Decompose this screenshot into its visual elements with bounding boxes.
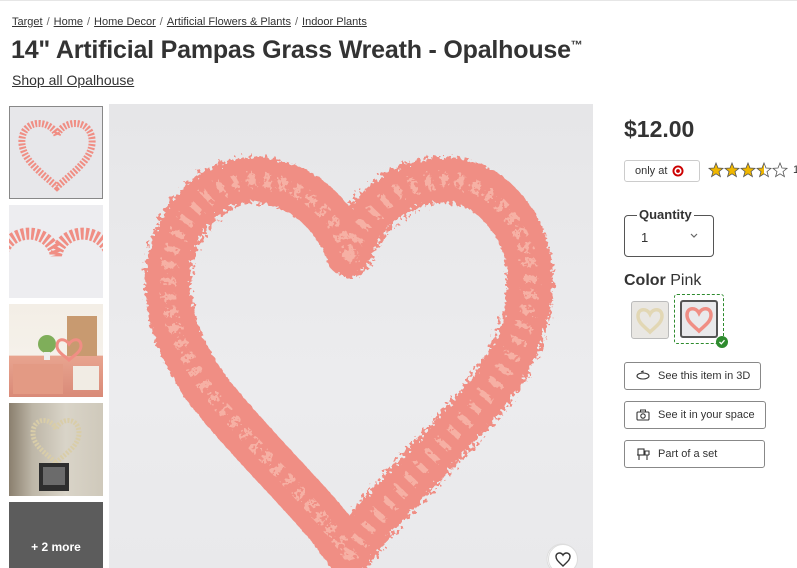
part-of-a-set-label: Part of a set bbox=[658, 448, 718, 460]
breadcrumb-separator: / bbox=[86, 16, 91, 28]
only-at-target-badge: only at bbox=[624, 160, 700, 182]
pink-heart-wreath-image bbox=[18, 120, 96, 192]
breadcrumb-link-target[interactable]: Target bbox=[12, 16, 43, 28]
quantity-select[interactable]: Quantity 1 bbox=[624, 207, 714, 257]
thumbnail-4[interactable] bbox=[9, 403, 103, 496]
breadcrumb-separator: / bbox=[46, 16, 50, 28]
quantity-label: Quantity bbox=[637, 207, 694, 222]
part-of-a-set-button[interactable]: Part of a set bbox=[624, 440, 765, 468]
more-images-label: + 2 more bbox=[31, 540, 81, 554]
favorite-button[interactable] bbox=[548, 544, 578, 568]
only-at-label: only at bbox=[635, 165, 668, 177]
color-selection-label: Color Pink bbox=[624, 272, 701, 290]
breadcrumb-link-home-decor[interactable]: Home Decor bbox=[94, 16, 156, 28]
heart-icon bbox=[555, 551, 571, 567]
trademark-symbol: ™ bbox=[570, 38, 583, 52]
rating-count: 1 bbox=[793, 164, 797, 176]
pink-heart-closeup-image bbox=[9, 227, 103, 258]
rating-stars-icon bbox=[708, 162, 788, 178]
heart-wreath-image bbox=[144, 156, 578, 568]
wall-scene-image bbox=[30, 418, 82, 491]
pink-wreath-swatch-image bbox=[685, 307, 713, 334]
camera-icon bbox=[636, 409, 650, 421]
3d-rotate-icon bbox=[636, 370, 650, 380]
selected-check-icon bbox=[716, 336, 728, 348]
main-product-image[interactable] bbox=[109, 104, 593, 568]
page-title: 14" Artificial Pampas Grass Wreath - Opa… bbox=[11, 36, 583, 65]
cream-wreath-swatch-image bbox=[636, 308, 664, 335]
thumbnail-more[interactable]: + 2 more bbox=[9, 502, 103, 568]
see-in-3d-button[interactable]: See this item in 3D bbox=[624, 362, 761, 390]
shop-all-brand-link[interactable]: Shop all Opalhouse bbox=[12, 72, 134, 88]
star-rating[interactable]: 1 bbox=[708, 162, 797, 178]
thumbnail-1[interactable] bbox=[9, 106, 103, 199]
product-price: $12.00 bbox=[624, 116, 695, 142]
target-logo-icon bbox=[672, 165, 684, 177]
room-scene-image bbox=[13, 316, 99, 394]
thumbnail-2[interactable] bbox=[9, 205, 103, 298]
quantity-value: 1 bbox=[641, 230, 649, 245]
selected-color-name: Pink bbox=[670, 272, 702, 289]
breadcrumb-separator: / bbox=[159, 16, 163, 28]
color-swatch-pink-selected[interactable] bbox=[674, 294, 728, 348]
furniture-set-icon bbox=[637, 447, 650, 460]
product-title: 14" Artificial Pampas Grass Wreath - Opa… bbox=[11, 36, 571, 64]
thumbnail-gallery: + 2 more bbox=[9, 106, 105, 568]
see-in-your-space-label: See it in your space bbox=[658, 409, 755, 421]
see-in-your-space-button[interactable]: See it in your space bbox=[624, 401, 766, 429]
chevron-down-icon bbox=[690, 233, 698, 238]
breadcrumb-link-artificial-flowers[interactable]: Artificial Flowers & Plants bbox=[167, 16, 291, 28]
color-swatch-cream[interactable] bbox=[631, 301, 669, 339]
top-divider bbox=[0, 0, 797, 1]
breadcrumb-separator: / bbox=[294, 16, 299, 28]
color-swatch-pink bbox=[680, 300, 718, 338]
color-label: Color bbox=[624, 272, 666, 289]
breadcrumb-link-indoor-plants[interactable]: Indoor Plants bbox=[302, 16, 367, 28]
breadcrumb: Target / Home / Home Decor / Artificial Flower… bbox=[12, 16, 367, 28]
breadcrumb-link-home[interactable]: Home bbox=[54, 16, 83, 28]
see-in-3d-label: See this item in 3D bbox=[658, 370, 751, 382]
thumbnail-3[interactable] bbox=[9, 304, 103, 397]
